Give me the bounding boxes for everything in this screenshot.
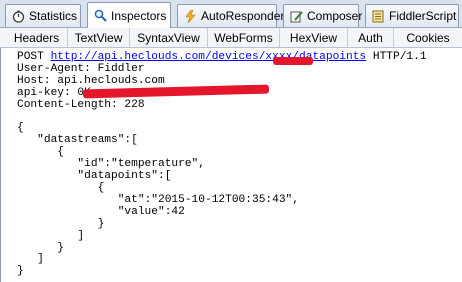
request-url-prefix[interactable]: http://api.heclouds.com/devices/: [51, 51, 266, 63]
body-line: "value":42: [17, 205, 185, 218]
subtab-label: Headers: [13, 30, 60, 45]
body-line: }: [17, 265, 24, 278]
subtab-webforms[interactable]: WebForms: [208, 28, 280, 47]
subtab-label: Auth: [358, 30, 383, 45]
stopwatch-icon: [12, 10, 25, 23]
body-line: {: [17, 122, 24, 135]
body-line: "datapoints":[: [17, 170, 172, 183]
subtab-syntaxview[interactable]: SyntaxView: [130, 28, 208, 47]
request-method: POST: [17, 51, 44, 63]
lightning-icon: [185, 9, 196, 23]
body-line: }: [17, 241, 64, 254]
header-line: api-key: 0K: [17, 86, 91, 99]
body-line: {: [17, 181, 105, 194]
body-line: ]: [17, 253, 44, 266]
magnifier-icon: [94, 9, 107, 22]
tab-label: FiddlerScript: [389, 9, 457, 23]
header-line: Host: api.heclouds.com: [17, 74, 165, 87]
body-line: "id":"temperature",: [17, 158, 205, 171]
tab-statistics[interactable]: Statistics: [5, 4, 81, 27]
tab-fiddlerscript[interactable]: FiddlerScript: [365, 4, 459, 27]
header-line: User-Agent: Fiddler: [17, 62, 145, 75]
tab-label: AutoResponder: [201, 9, 285, 23]
tab-label: Composer: [307, 9, 363, 23]
session-tab-bar: Statistics Inspectors AutoResponder Comp…: [0, 0, 462, 28]
redaction-mark-device-id: [273, 57, 313, 65]
tab-autoresponder[interactable]: AutoResponder: [177, 4, 284, 27]
inspector-subtab-bar: Headers TextView SyntaxView WebForms Hex…: [0, 28, 462, 48]
subtab-label: WebForms: [214, 30, 273, 45]
subtab-label: TextView: [74, 30, 123, 45]
tab-label: Statistics: [29, 9, 78, 23]
subtab-label: Cookies: [406, 30, 450, 45]
subtab-cookies[interactable]: Cookies: [394, 28, 462, 47]
body-line: "at":"2015-10-12T00:35:43",: [17, 193, 299, 206]
body-line: "datastreams":[: [17, 134, 138, 147]
subtab-headers[interactable]: Headers: [6, 28, 68, 47]
body-line: }: [17, 217, 105, 230]
script-icon: [372, 10, 384, 22]
request-protocol: HTTP/1.1: [372, 51, 427, 63]
request-raw-view[interactable]: POST http://api.heclouds.com/devices/xxx…: [0, 48, 462, 282]
header-line: Content-Length: 228: [17, 98, 145, 111]
subtab-hexview[interactable]: HexView: [280, 28, 348, 47]
tab-composer[interactable]: Composer: [283, 4, 363, 27]
subtab-label: SyntaxView: [137, 30, 200, 45]
body-line: {: [17, 146, 64, 159]
body-line: ]: [17, 229, 85, 242]
tab-label: Inspectors: [111, 8, 167, 23]
pencil-icon: [290, 10, 303, 22]
subtab-textview[interactable]: TextView: [68, 28, 130, 47]
subtab-auth[interactable]: Auth: [348, 28, 394, 47]
subtab-label: HexView: [289, 30, 338, 45]
tab-inspectors[interactable]: Inspectors: [87, 2, 171, 28]
